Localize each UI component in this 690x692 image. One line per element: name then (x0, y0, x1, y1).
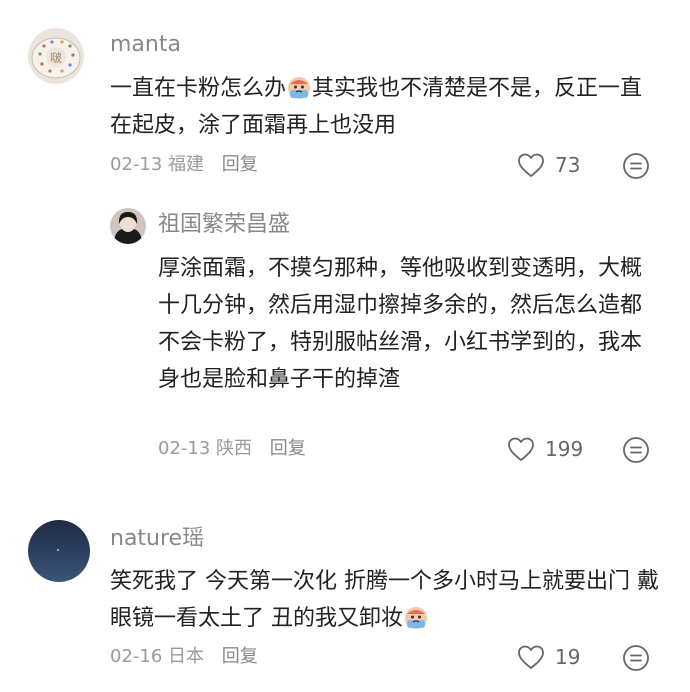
username[interactable]: 祖国繁荣昌盛 (158, 212, 290, 238)
comment-date: 02-13 (158, 438, 211, 459)
comment-meta: 02-13 福建 回复 (110, 154, 258, 176)
crying-face-emoji-icon (288, 77, 311, 99)
reply-button[interactable]: 回复 (222, 154, 258, 175)
like-count: 199 (545, 437, 584, 461)
heart-outline-icon (508, 437, 534, 461)
night-sky-avatar-image (28, 520, 90, 582)
avatar[interactable] (28, 520, 90, 582)
smiley-more-icon[interactable] (622, 644, 650, 672)
comment-meta: 02-16 日本 回复 (110, 646, 258, 668)
comment-text-part: 一直在卡粉怎么办 (110, 76, 287, 101)
comment-date: 02-16 (110, 646, 163, 667)
comment-meta: 02-13 陕西 回复 (158, 438, 306, 460)
avatar[interactable]: 啵 (28, 28, 84, 84)
comment-location: 日本 (168, 646, 205, 667)
comment-text: 一直在卡粉怎么办 其实我也不清楚是不是，反正一直在起皮，涂了面霜再上也没用 (110, 70, 650, 144)
cake-avatar-image: 啵 (28, 28, 84, 84)
comment-text-part: 笑死我了 今天第一次化 折腾一个多小时马上就要出门 戴眼镜一看太土了 丑的我又卸… (110, 569, 659, 631)
like-count: 19 (555, 645, 581, 669)
like-button[interactable]: 73 (517, 150, 580, 180)
comment-location: 福建 (168, 154, 205, 175)
like-button[interactable]: 19 (517, 642, 580, 672)
comment-location: 陕西 (216, 438, 253, 459)
portrait-avatar-image (110, 208, 146, 244)
smiley-more-icon[interactable] (622, 436, 650, 464)
comment-text: 笑死我了 今天第一次化 折腾一个多小时马上就要出门 戴眼镜一看太土了 丑的我又卸… (110, 563, 660, 637)
heart-outline-icon (518, 153, 544, 177)
comment-date: 02-13 (110, 154, 163, 175)
svg-text:啵: 啵 (50, 51, 62, 65)
reply-button[interactable]: 回复 (222, 646, 258, 667)
heart-outline-icon (518, 645, 544, 669)
username[interactable]: nature瑶 (110, 526, 204, 552)
like-button[interactable]: 199 (507, 434, 583, 464)
smiley-more-icon[interactable] (622, 152, 650, 180)
like-count: 73 (555, 153, 581, 177)
reply-text: 厚涂面霜，不摸匀那种，等他吸收到变透明，大概十几分钟，然后用湿巾擦掉多余的，然后… (158, 256, 643, 392)
reply-button[interactable]: 回复 (270, 438, 306, 459)
crying-face-emoji-icon (405, 607, 427, 629)
username[interactable]: manta (110, 32, 181, 58)
avatar[interactable] (110, 208, 146, 244)
